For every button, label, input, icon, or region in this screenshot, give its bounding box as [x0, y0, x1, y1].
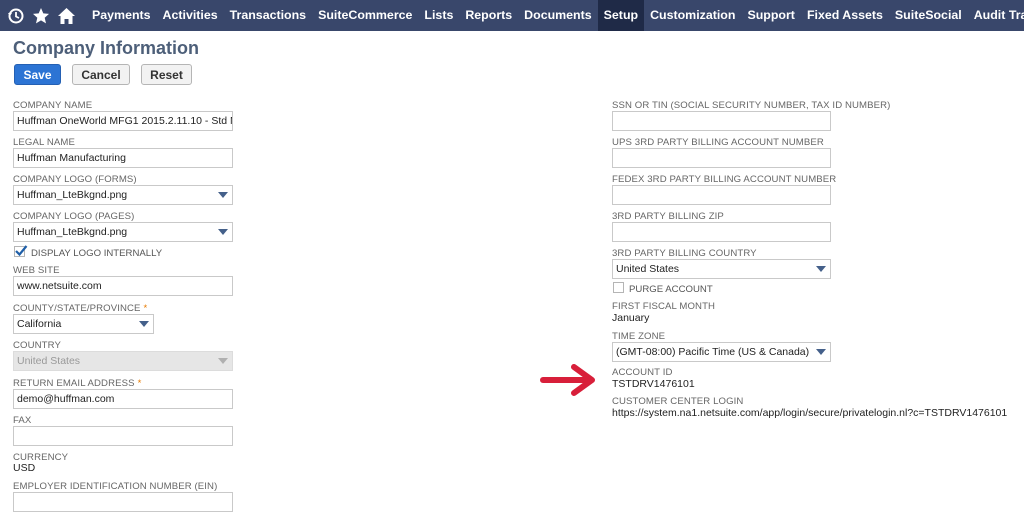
nav-item-lists[interactable]: Lists	[418, 0, 459, 31]
red-arrow-icon	[540, 364, 595, 396]
ssn-input[interactable]	[612, 111, 831, 131]
ups-input[interactable]	[612, 148, 831, 168]
chevron-down-icon	[218, 358, 228, 364]
customer-login-value: https://system.na1.netsuite.com/app/logi…	[612, 407, 1008, 419]
country-label: COUNTRY	[13, 340, 61, 351]
fax-label: FAX	[13, 415, 32, 426]
return-email-input[interactable]: demo@huffman.com	[13, 389, 233, 409]
billing-zip-input[interactable]	[612, 222, 831, 242]
purge-account-label: PURGE ACCOUNT	[629, 284, 713, 295]
display-logo-checkbox[interactable]	[14, 245, 28, 257]
page-title: Company Information	[13, 38, 200, 58]
purge-account-checkbox[interactable]	[613, 282, 624, 293]
account-id-value: TSTDRV1476101	[612, 378, 695, 390]
chevron-down-icon[interactable]	[218, 229, 228, 235]
reset-button[interactable]: Reset	[141, 64, 192, 85]
nav-item-payments[interactable]: Payments	[86, 0, 157, 31]
nav-item-customization[interactable]: Customization	[644, 0, 741, 31]
company-name-label: COMPANY NAME	[13, 100, 93, 111]
time-zone-label: TIME ZONE	[612, 331, 666, 342]
save-button[interactable]: Save	[14, 64, 61, 85]
state-label: COUNTY/STATE/PROVINCE *	[13, 303, 148, 314]
logo-forms-select[interactable]: Huffman_LteBkgnd.png	[13, 185, 233, 205]
ein-label: EMPLOYER IDENTIFICATION NUMBER (EIN)	[13, 481, 218, 492]
country-select: United States	[13, 351, 233, 371]
customer-login-label: CUSTOMER CENTER LOGIN	[612, 396, 744, 407]
ssn-label: SSN OR TIN (SOCIAL SECURITY NUMBER, TAX …	[612, 100, 891, 111]
web-site-label: WEB SITE	[13, 265, 60, 276]
nav-item-transactions[interactable]: Transactions	[224, 0, 312, 31]
nav-item-documents[interactable]: Documents	[518, 0, 597, 31]
state-select[interactable]: California	[13, 314, 154, 334]
required-marker: *	[143, 303, 148, 314]
ups-label: UPS 3RD PARTY BILLING ACCOUNT NUMBER	[612, 137, 824, 148]
required-marker: *	[137, 378, 142, 389]
billing-zip-label: 3RD PARTY BILLING ZIP	[612, 211, 724, 222]
return-email-label: RETURN EMAIL ADDRESS *	[13, 378, 142, 389]
nav-menu: Payments Activities Transactions SuiteCo…	[86, 0, 1024, 31]
fiscal-month-label: FIRST FISCAL MONTH	[612, 301, 716, 312]
logo-pages-select[interactable]: Huffman_LteBkgnd.png	[13, 222, 233, 242]
nav-item-setup[interactable]: Setup	[597, 0, 645, 31]
fiscal-month-value: January	[612, 312, 650, 324]
legal-name-label: LEGAL NAME	[13, 137, 75, 148]
star-icon[interactable]	[32, 0, 50, 31]
checkmark-icon	[15, 245, 28, 257]
nav-item-support[interactable]: Support	[741, 0, 801, 31]
chevron-down-icon[interactable]	[139, 321, 149, 327]
logo-forms-label: COMPANY LOGO (FORMS)	[13, 174, 137, 185]
fedex-input[interactable]	[612, 185, 831, 205]
currency-value: USD	[13, 462, 36, 474]
fedex-label: FEDEX 3RD PARTY BILLING ACCOUNT NUMBER	[612, 174, 837, 185]
recent-history-icon[interactable]	[7, 0, 25, 31]
cancel-button[interactable]: Cancel	[72, 64, 130, 85]
top-navigation: Payments Activities Transactions SuiteCo…	[0, 0, 1024, 31]
display-logo-label: DISPLAY LOGO INTERNALLY	[31, 248, 163, 259]
billing-country-select[interactable]: United States	[612, 259, 831, 279]
nav-item-suitecommerce[interactable]: SuiteCommerce	[312, 0, 418, 31]
ein-input[interactable]	[13, 492, 233, 512]
nav-item-reports[interactable]: Reports	[459, 0, 518, 31]
chevron-down-icon[interactable]	[816, 349, 826, 355]
time-zone-select[interactable]: (GMT-08:00) Pacific Time (US & Canada)	[612, 342, 831, 362]
legal-name-input[interactable]: Huffman Manufacturing	[13, 148, 233, 168]
web-site-input[interactable]: www.netsuite.com	[13, 276, 233, 296]
nav-item-fixed-assets[interactable]: Fixed Assets	[801, 0, 889, 31]
nav-item-suitesocial[interactable]: SuiteSocial	[889, 0, 968, 31]
chevron-down-icon[interactable]	[218, 192, 228, 198]
nav-item-audit-trail[interactable]: Audit Trail	[968, 0, 1024, 31]
home-icon[interactable]	[57, 0, 76, 31]
account-id-label: ACCOUNT ID	[612, 367, 673, 378]
fax-input[interactable]	[13, 426, 233, 446]
billing-country-label: 3RD PARTY BILLING COUNTRY	[612, 248, 757, 259]
logo-pages-label: COMPANY LOGO (PAGES)	[13, 211, 135, 222]
nav-item-activities[interactable]: Activities	[157, 0, 224, 31]
company-name-input[interactable]: Huffman OneWorld MFG1 2015.2.11.10 - Std…	[13, 111, 233, 131]
chevron-down-icon[interactable]	[816, 266, 826, 272]
